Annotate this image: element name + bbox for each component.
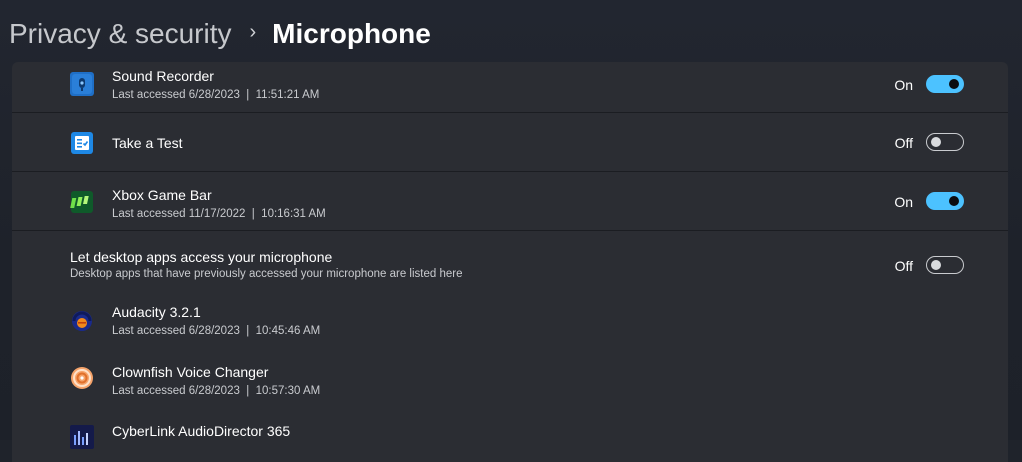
toggle-state-label: Off (894, 258, 913, 274)
breadcrumb-privacy-security[interactable]: Privacy & security (9, 18, 232, 50)
app-row-xbox-game-bar: Xbox Game Bar Last accessed 11/17/2022 |… (12, 172, 1008, 230)
cyberlink-audiodirector-icon (70, 425, 94, 449)
last-accessed-text: Last accessed 6/28/2023 | 11:51:21 AM (112, 89, 320, 101)
breadcrumb-chevron-icon: › (249, 20, 257, 43)
toggle-knob (931, 137, 941, 147)
xbox-game-bar-toggle[interactable] (926, 192, 964, 210)
take-a-test-toggle[interactable] (926, 133, 964, 151)
desktop-apps-description: Desktop apps that have previously access… (70, 268, 463, 280)
xbox-game-bar-icon (70, 190, 94, 214)
app-name: CyberLink AudioDirector 365 (112, 423, 291, 439)
app-name: Xbox Game Bar (112, 187, 212, 203)
app-row-take-a-test: Take a Test Off (12, 113, 1008, 171)
desktop-apps-toggle[interactable] (926, 256, 964, 274)
toggle-state-label: On (894, 77, 913, 93)
audacity-icon (70, 308, 94, 332)
desktop-apps-section: Let desktop apps access your microphone … (12, 231, 1008, 291)
toggle-knob (931, 260, 941, 270)
desktop-app-row-audacity: Audacity 3.2.1 Last accessed 6/28/2023 |… (12, 291, 1008, 351)
breadcrumb: Privacy & security › Microphone (9, 14, 431, 54)
last-accessed-text: Last accessed 6/28/2023 | 10:45:46 AM (112, 325, 321, 337)
take-a-test-icon (70, 131, 94, 155)
app-name: Take a Test (112, 135, 183, 151)
clownfish-icon (70, 366, 94, 390)
desktop-apps-title: Let desktop apps access your microphone (70, 249, 333, 265)
toggle-state-label: On (894, 194, 913, 210)
toggle-knob (949, 196, 959, 206)
app-name: Sound Recorder (112, 68, 214, 84)
toggle-knob (949, 79, 959, 89)
desktop-app-row-cyberlink: CyberLink AudioDirector 365 (12, 411, 1008, 451)
app-permissions-panel: Sound Recorder Last accessed 6/28/2023 |… (12, 62, 1008, 462)
sound-recorder-icon (70, 72, 94, 96)
app-name: Clownfish Voice Changer (112, 364, 269, 380)
page-title: Microphone (272, 18, 431, 49)
last-accessed-text: Last accessed 11/17/2022 | 10:16:31 AM (112, 208, 326, 220)
sound-recorder-toggle[interactable] (926, 75, 964, 93)
toggle-state-label: Off (894, 135, 913, 151)
last-accessed-text: Last accessed 6/28/2023 | 10:57:30 AM (112, 385, 321, 397)
app-row-sound-recorder: Sound Recorder Last accessed 6/28/2023 |… (12, 62, 1008, 112)
app-name: Audacity 3.2.1 (112, 304, 201, 320)
desktop-app-row-clownfish: Clownfish Voice Changer Last accessed 6/… (12, 351, 1008, 411)
